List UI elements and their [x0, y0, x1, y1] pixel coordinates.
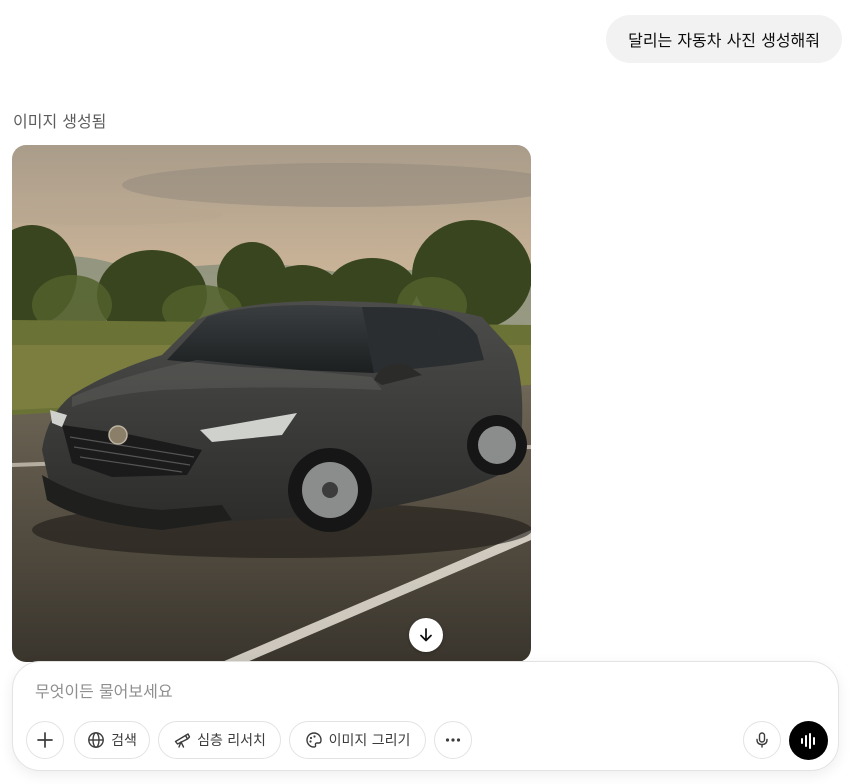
microphone-button[interactable]: [743, 721, 781, 759]
more-tools-button[interactable]: [434, 721, 472, 759]
car-image-illustration: [12, 145, 531, 662]
draw-image-button[interactable]: 이미지 그리기: [289, 721, 426, 759]
add-button[interactable]: [26, 721, 64, 759]
arrow-down-icon: [420, 628, 432, 642]
user-message-bubble: 달리는 자동차 사진 생성해줘: [606, 15, 842, 63]
plus-icon: [37, 732, 53, 748]
download-button[interactable]: [409, 618, 443, 652]
telescope-icon: [174, 733, 191, 748]
palette-icon: [305, 732, 322, 748]
draw-image-button-label: 이미지 그리기: [328, 733, 411, 749]
search-button-label: 검색: [111, 733, 137, 749]
image-generated-status: 이미지 생성됨: [13, 112, 107, 131]
ellipsis-icon: [445, 738, 461, 742]
search-button[interactable]: 검색: [74, 721, 150, 759]
prompt-input[interactable]: [35, 682, 795, 701]
deep-research-button[interactable]: 심층 리서치: [158, 721, 281, 759]
voice-mode-button[interactable]: [789, 721, 828, 760]
deep-research-button-label: 심층 리서치: [197, 733, 266, 749]
user-message-text: 달리는 자동차 사진 생성해줘: [628, 31, 820, 50]
composer: 검색 심층 리서치 이미지 그리기: [12, 661, 839, 771]
voice-waveform-icon: [800, 732, 815, 749]
globe-icon: [88, 732, 105, 748]
microphone-icon: [756, 732, 768, 748]
generated-image[interactable]: [12, 145, 531, 662]
